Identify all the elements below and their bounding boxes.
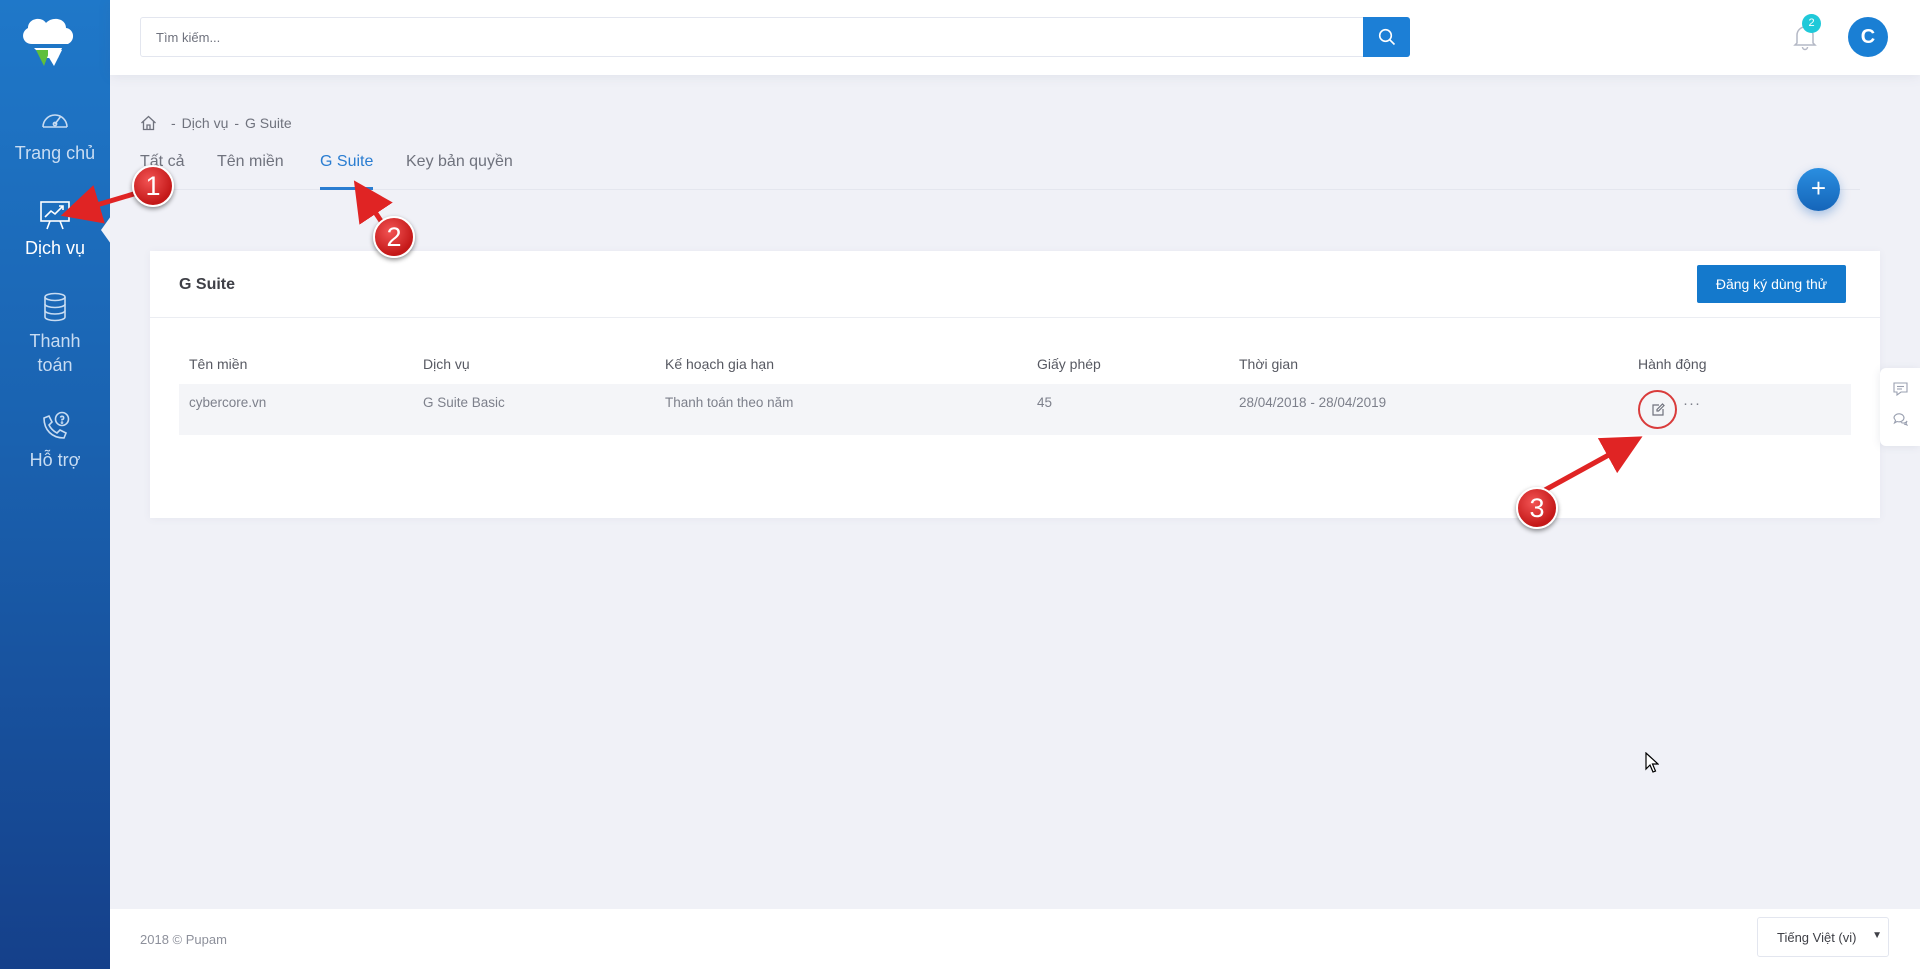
add-button[interactable]: +	[1797, 168, 1840, 211]
search-input[interactable]	[141, 18, 1363, 56]
active-indicator	[101, 216, 111, 244]
top-header: 2 C	[110, 0, 1920, 75]
speedometer-icon	[42, 114, 68, 128]
sidebar: Trang chủ Dịch vụ Thanh toán Hỗ trợ	[0, 0, 110, 969]
breadcrumb: - Dịch vụ - G Suite	[140, 113, 292, 133]
annotation-badge-2: 2	[373, 216, 415, 258]
language-label: Tiếng Việt (vi)	[1777, 930, 1857, 945]
sidebar-item-dich-vu[interactable]: Dịch vụ	[0, 198, 110, 260]
sidebar-item-ho-tro[interactable]: Hỗ trợ	[0, 410, 110, 472]
annotation-badge-3: 3	[1516, 487, 1558, 529]
sidebar-item-thanh-toan[interactable]: Thanh toán	[0, 291, 110, 377]
floating-side-panel	[1880, 368, 1920, 446]
more-actions-button[interactable]: ···	[1683, 395, 1701, 412]
breadcrumb-item-g-suite[interactable]: G Suite	[245, 115, 292, 131]
column-header-ke-hoach: Kế hoạch gia hạn	[665, 356, 774, 372]
sidebar-item-label: Hỗ trợ	[29, 450, 81, 470]
cell-domain: cybercore.vn	[189, 395, 267, 410]
phone-support-icon	[43, 411, 70, 439]
cell-plan: Thanh toán theo năm	[665, 395, 794, 410]
tab-ten-mien[interactable]: Tên miền	[217, 153, 284, 190]
language-select[interactable]: Tiếng Việt (vi) ▼	[1757, 917, 1889, 957]
sidebar-item-label: Trang chủ	[14, 143, 96, 163]
card-title: G Suite	[179, 276, 236, 293]
breadcrumb-item-dich-vu[interactable]: Dịch vụ	[182, 115, 229, 131]
logo-icon[interactable]	[18, 14, 78, 68]
home-icon[interactable]	[140, 115, 157, 131]
search-box	[140, 17, 1410, 57]
edit-icon	[1651, 402, 1665, 416]
tab-key-ban-quyen[interactable]: Key bản quyền	[406, 153, 513, 190]
cell-service: G Suite Basic	[423, 395, 505, 410]
sidebar-item-label: Thanh toán	[29, 331, 81, 375]
caret-down-icon: ▼	[1872, 930, 1882, 941]
mouse-cursor-icon	[1645, 752, 1659, 773]
column-header-ten-mien: Tên miền	[189, 356, 248, 372]
edit-button[interactable]	[1638, 390, 1677, 429]
sidebar-item-trang-chu[interactable]: Trang chủ	[0, 103, 110, 165]
trial-signup-button[interactable]: Đăng ký dùng thử	[1697, 265, 1846, 303]
annotation-badge-1: 1	[132, 165, 174, 207]
chat-icon[interactable]	[1893, 412, 1908, 426]
search-icon	[1378, 28, 1395, 46]
cell-period: 28/04/2018 - 28/04/2019	[1239, 395, 1387, 410]
message-icon[interactable]	[1893, 382, 1908, 396]
column-header-dich-vu: Dịch vụ	[423, 356, 470, 372]
tab-bar: Tất cả Tên miền G Suite Key bản quyền	[140, 150, 1860, 190]
column-header-thoi-gian: Thời gian	[1239, 356, 1298, 372]
column-header-giay-phep: Giấy phép	[1037, 356, 1101, 372]
cell-licenses: 45	[1037, 395, 1053, 410]
search-button[interactable]	[1363, 17, 1410, 57]
gsuite-card: G Suite Đăng ký dùng thử Tên miền Dịch v…	[150, 251, 1880, 518]
breadcrumb-separator: -	[234, 115, 240, 131]
coins-icon	[44, 292, 66, 322]
presentation-chart-icon	[40, 201, 70, 230]
notification-badge: 2	[1802, 14, 1821, 33]
copyright-text: 2018 © Pupam	[140, 932, 227, 947]
tab-g-suite[interactable]: G Suite	[320, 153, 374, 190]
avatar[interactable]: C	[1848, 17, 1888, 57]
breadcrumb-separator: -	[171, 115, 176, 131]
column-header-hanh-dong: Hành động	[1638, 356, 1707, 372]
divider	[150, 317, 1880, 318]
footer: 2018 © Pupam Tiếng Việt (vi) ▼	[110, 909, 1920, 969]
sidebar-item-label: Dịch vụ	[24, 238, 86, 258]
